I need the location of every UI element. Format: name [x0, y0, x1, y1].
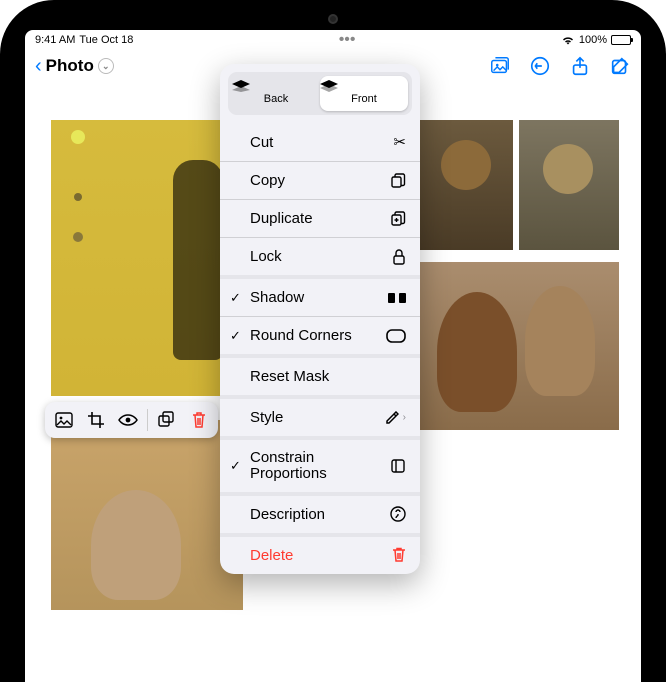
undo-button[interactable] — [529, 55, 551, 77]
context-popover: Back Front Cut ✂ Copy — [220, 64, 420, 574]
insert-photo-button[interactable] — [489, 55, 511, 77]
status-date: Tue Oct 18 — [79, 34, 133, 46]
compose-button[interactable] — [609, 55, 631, 77]
menu-item-label: Duplicate — [250, 210, 313, 227]
stack-back-icon — [232, 80, 320, 92]
menu-item-delete[interactable]: Delete — [220, 533, 420, 574]
wifi-icon — [561, 35, 575, 45]
checkmark-icon: ✓ — [230, 290, 241, 306]
canvas[interactable]: Back Front Cut ✂ Copy — [25, 84, 641, 682]
menu-item-shadow[interactable]: ✓ Shadow — [220, 275, 420, 316]
scissors-icon: ✂ — [393, 133, 406, 151]
photo-object[interactable] — [413, 262, 619, 430]
menu-item-label: Cut — [250, 134, 273, 151]
crop-icon[interactable] — [81, 406, 111, 434]
menu-item-label: Round Corners — [250, 327, 352, 344]
eyedropper-icon: › — [385, 411, 406, 425]
photo-object[interactable] — [51, 120, 243, 396]
back-button[interactable]: ‹ — [35, 55, 42, 78]
divider — [147, 409, 148, 431]
stack-icon[interactable] — [152, 406, 182, 434]
page-title[interactable]: Photo ⌄ — [46, 56, 114, 76]
photo-object[interactable] — [51, 420, 243, 610]
context-menu: Cut ✂ Copy Duplicate — [220, 123, 420, 574]
photo-object[interactable] — [519, 120, 619, 250]
segment-back-label: Back — [264, 93, 288, 105]
stack-front-icon — [320, 80, 408, 92]
battery-pct: 100% — [579, 34, 607, 46]
multitask-dots-icon[interactable]: ••• — [339, 31, 356, 49]
copy-icon — [390, 173, 406, 189]
menu-item-label: Reset Mask — [250, 368, 329, 385]
image-icon[interactable] — [49, 406, 79, 434]
front-camera — [328, 14, 338, 24]
selection-toolbar — [45, 402, 218, 438]
share-button[interactable] — [569, 55, 591, 77]
menu-item-lock[interactable]: Lock — [220, 237, 420, 275]
menu-item-cut[interactable]: Cut ✂ — [220, 123, 420, 161]
menu-item-label: Shadow — [250, 289, 304, 306]
trash-icon[interactable] — [184, 406, 214, 434]
checkmark-icon: ✓ — [230, 458, 241, 474]
info-icon — [390, 506, 406, 522]
menu-item-style[interactable]: Style › — [220, 395, 420, 436]
menu-item-copy[interactable]: Copy — [220, 161, 420, 199]
menu-item-label: Lock — [250, 248, 282, 265]
battery-icon — [611, 35, 631, 45]
visibility-icon[interactable] — [113, 406, 143, 434]
trash-icon — [392, 547, 406, 563]
arrange-segmented-control: Back Front — [228, 72, 412, 115]
menu-item-round-corners[interactable]: ✓ Round Corners — [220, 316, 420, 354]
menu-item-label: Style — [250, 409, 283, 426]
chevron-down-icon: ⌄ — [98, 58, 114, 74]
segment-back[interactable]: Back — [232, 76, 320, 111]
constrain-icon — [390, 458, 406, 474]
shadow-icon — [388, 291, 406, 305]
checkmark-icon: ✓ — [230, 328, 241, 344]
menu-item-reset-mask[interactable]: Reset Mask — [220, 354, 420, 395]
page-title-label: Photo — [46, 56, 94, 76]
status-bar: 9:41 AM Tue Oct 18 ••• 100% — [25, 30, 641, 48]
segment-front-label: Front — [351, 93, 377, 105]
menu-item-label: Description — [250, 506, 325, 523]
menu-item-label: Delete — [250, 547, 293, 564]
rounded-rect-icon — [386, 329, 406, 343]
duplicate-icon — [390, 211, 406, 227]
status-time: 9:41 AM — [35, 34, 75, 46]
menu-item-label: Copy — [250, 172, 285, 189]
menu-item-constrain-proportions[interactable]: ✓ Constrain Proportions — [220, 436, 420, 492]
menu-item-duplicate[interactable]: Duplicate — [220, 199, 420, 237]
photo-object[interactable] — [413, 120, 513, 250]
screen: 9:41 AM Tue Oct 18 ••• 100% ‹ Photo ⌄ — [25, 30, 641, 682]
device-frame: 9:41 AM Tue Oct 18 ••• 100% ‹ Photo ⌄ — [0, 0, 666, 682]
lock-icon — [392, 249, 406, 265]
chevron-right-icon: › — [403, 412, 406, 423]
segment-front[interactable]: Front — [320, 76, 408, 111]
menu-item-label: Constrain Proportions — [250, 450, 390, 482]
menu-item-description[interactable]: Description — [220, 492, 420, 533]
